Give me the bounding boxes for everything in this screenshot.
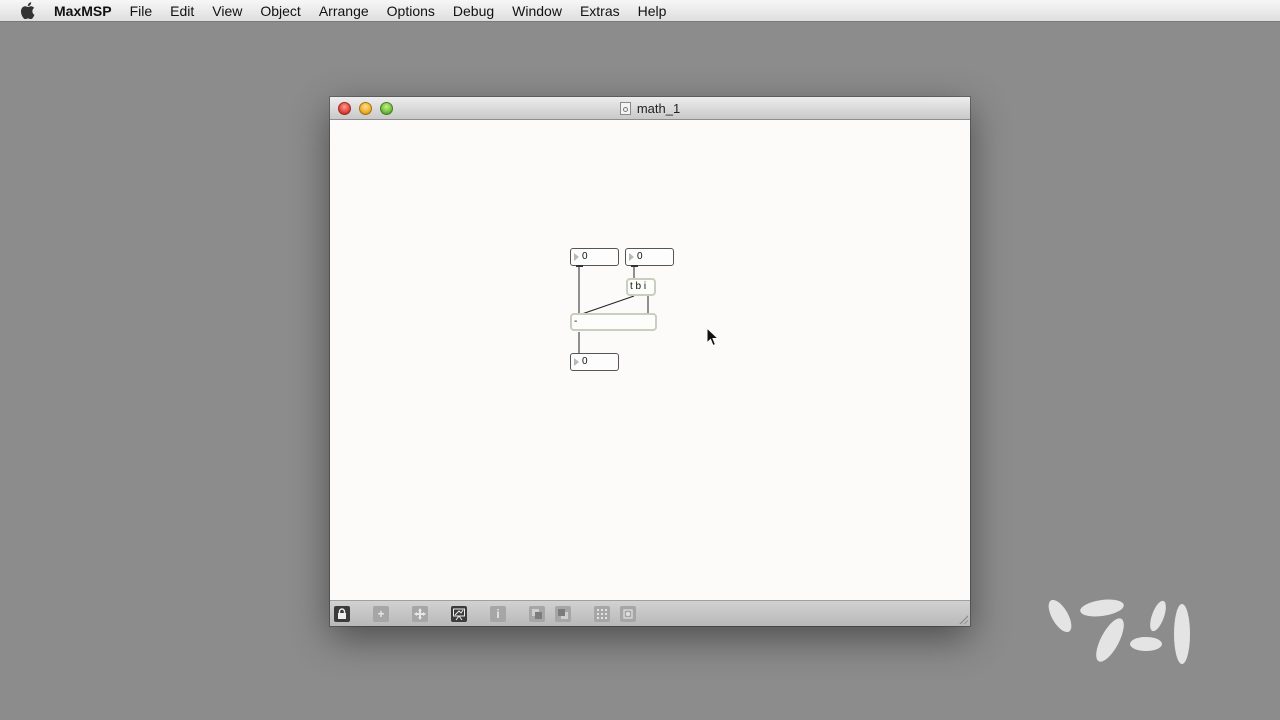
patcher-window: math_1 0 0 t b i - 0 + i: [330, 97, 970, 626]
front-icon[interactable]: [529, 606, 545, 622]
snap-icon[interactable]: [620, 606, 636, 622]
grid-icon[interactable]: [594, 606, 610, 622]
menu-arrange[interactable]: Arrange: [310, 0, 378, 22]
minus-object[interactable]: -: [570, 313, 657, 331]
move-icon[interactable]: [412, 606, 428, 622]
menu-extras[interactable]: Extras: [571, 0, 629, 22]
resize-grip[interactable]: [958, 614, 968, 624]
number-box-right-input[interactable]: 0: [625, 248, 674, 267]
number-box-outlet[interactable]: [576, 265, 583, 267]
lock-icon[interactable]: [334, 606, 350, 622]
number-box-arrow-icon: [574, 358, 579, 366]
number-box-value: 0: [582, 251, 588, 262]
presentation-icon[interactable]: [451, 606, 467, 622]
menu-window[interactable]: Window: [503, 0, 571, 22]
back-icon[interactable]: [555, 606, 571, 622]
mouse-cursor-icon: [706, 327, 720, 347]
menu-app-maxmsp[interactable]: MaxMSP: [54, 0, 121, 22]
menu-edit[interactable]: Edit: [161, 0, 203, 22]
number-box-result[interactable]: 0: [570, 353, 619, 371]
number-box-left-input[interactable]: 0: [570, 248, 619, 267]
menu-object[interactable]: Object: [251, 0, 309, 22]
info-icon[interactable]: i: [490, 606, 506, 622]
document-icon: [619, 102, 631, 115]
apple-icon[interactable]: [0, 0, 54, 22]
number-box-arrow-icon: [574, 253, 579, 261]
menu-debug[interactable]: Debug: [444, 0, 503, 22]
close-window-button[interactable]: [338, 102, 351, 115]
plus-icon[interactable]: +: [373, 606, 389, 622]
patch-cords: [578, 267, 649, 355]
menu-view[interactable]: View: [203, 0, 251, 22]
menu-help[interactable]: Help: [629, 0, 676, 22]
window-title: math_1: [636, 101, 681, 116]
menu-bar: MaxMSP File Edit View Object Arrange Opt…: [0, 0, 1280, 22]
minimize-window-button[interactable]: [359, 102, 372, 115]
patcher-canvas[interactable]: 0 0 t b i - 0: [330, 120, 970, 600]
menu-file[interactable]: File: [121, 0, 162, 22]
menu-options[interactable]: Options: [378, 0, 444, 22]
zoom-window-button[interactable]: [380, 102, 393, 115]
window-titlebar[interactable]: math_1: [330, 97, 970, 120]
patcher-toolbar: + i: [330, 600, 970, 626]
number-box-value: 0: [582, 356, 588, 367]
trigger-object[interactable]: t b i: [626, 278, 656, 296]
number-box-value: 0: [637, 251, 643, 262]
logo-icon: [1048, 599, 1190, 664]
number-box-arrow-icon: [629, 253, 634, 261]
number-box-outlet[interactable]: [631, 265, 638, 267]
window-title-wrap: math_1: [330, 97, 970, 120]
